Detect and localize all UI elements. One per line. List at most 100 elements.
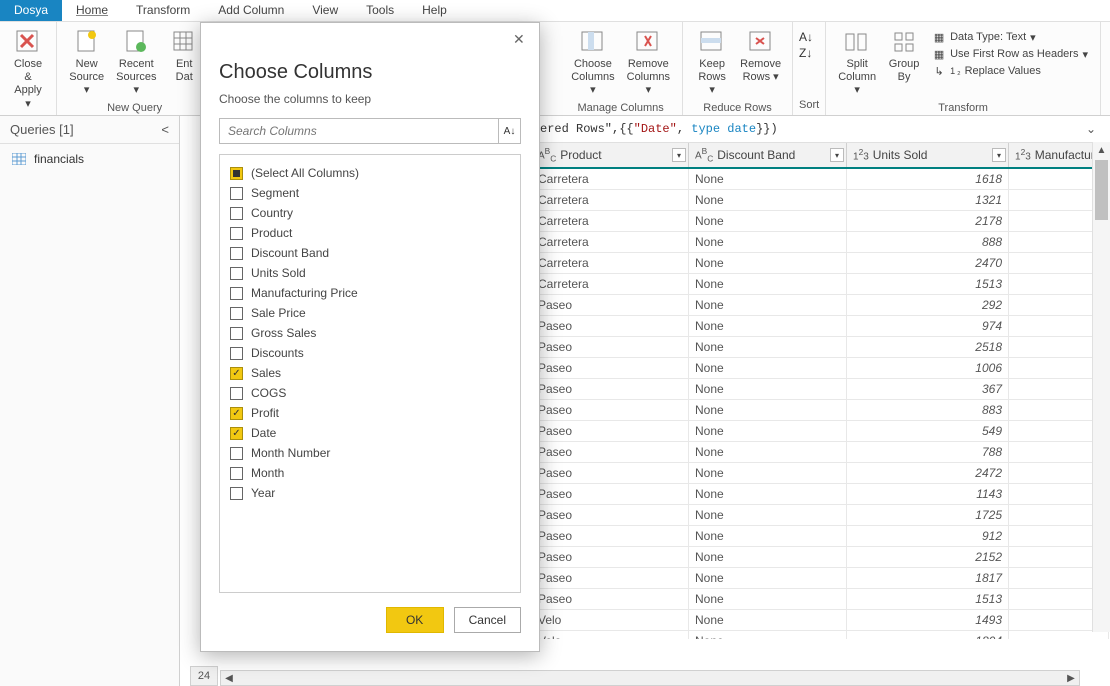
table-row[interactable]: PaseoNone2152	[532, 547, 1110, 568]
remove-rows-button[interactable]: RemoveRows ▾	[735, 26, 786, 86]
table-row[interactable]: CarreteraNone1513	[532, 274, 1110, 295]
column-option-segment[interactable]: Segment	[230, 183, 510, 203]
formula-expand-button[interactable]: ⌄	[1080, 122, 1102, 136]
table-row[interactable]: VeloNone1804	[532, 631, 1110, 639]
checkbox[interactable]	[230, 167, 243, 180]
column-dropdown-button[interactable]: ▾	[830, 148, 844, 162]
menu-view[interactable]: View	[298, 0, 352, 21]
table-row[interactable]: CarreteraNone2178	[532, 211, 1110, 232]
collapse-queries-button[interactable]: <	[161, 122, 169, 137]
replace-values-button[interactable]: ↳1₂ Replace Values	[932, 64, 1088, 78]
checkbox[interactable]	[230, 247, 243, 260]
table-row[interactable]: CarreteraNone888	[532, 232, 1110, 253]
choose-columns-icon	[579, 28, 607, 56]
remove-columns-button[interactable]: RemoveColumns ▾	[621, 26, 676, 100]
horizontal-scrollbar[interactable]: ◀ ▶	[220, 670, 1080, 686]
column-dropdown-button[interactable]: ▾	[992, 148, 1006, 162]
table-row[interactable]: PaseoNone2518	[532, 337, 1110, 358]
checkbox[interactable]	[230, 367, 243, 380]
vertical-scrollbar[interactable]: ▲	[1092, 142, 1110, 632]
table-row[interactable]: PaseoNone788	[532, 442, 1110, 463]
table-row[interactable]: PaseoNone1725	[532, 505, 1110, 526]
scroll-left-button[interactable]: ◀	[221, 673, 237, 684]
column-option-sale-price[interactable]: Sale Price	[230, 303, 510, 323]
table-row[interactable]: PaseoNone549	[532, 421, 1110, 442]
table-row[interactable]: PaseoNone1513	[532, 589, 1110, 610]
checkbox[interactable]	[230, 347, 243, 360]
split-column-button[interactable]: SplitColumn ▾	[832, 26, 882, 100]
checkbox[interactable]	[230, 307, 243, 320]
column-option-sales[interactable]: Sales	[230, 363, 510, 383]
dialog-close-button[interactable]: ✕	[513, 31, 531, 49]
data-type-dropdown[interactable]: ▦Data Type: Text ▾	[932, 30, 1088, 44]
menu-addcolumn[interactable]: Add Column	[204, 0, 298, 21]
query-item-financials[interactable]: financials	[0, 144, 179, 174]
table-row[interactable]: PaseoNone367	[532, 379, 1110, 400]
table-row[interactable]: PaseoNone1143	[532, 484, 1110, 505]
checkbox[interactable]	[230, 467, 243, 480]
checkbox[interactable]	[230, 427, 243, 440]
column-dropdown-button[interactable]: ▾	[672, 148, 686, 162]
checkbox[interactable]	[230, 387, 243, 400]
sort-desc-button[interactable]: Z↓	[799, 46, 812, 60]
checkbox[interactable]	[230, 227, 243, 240]
checkbox[interactable]	[230, 327, 243, 340]
checkbox[interactable]	[230, 207, 243, 220]
checkbox[interactable]	[230, 287, 243, 300]
column-header-discount-band[interactable]: ABCDiscount Band▾	[689, 143, 847, 167]
scroll-right-button[interactable]: ▶	[1063, 673, 1079, 684]
column-option-gross-sales[interactable]: Gross Sales	[230, 323, 510, 343]
menu-tools[interactable]: Tools	[352, 0, 408, 21]
cancel-button[interactable]: Cancel	[454, 607, 521, 633]
table-row[interactable]: PaseoNone912	[532, 526, 1110, 547]
column-option-date[interactable]: Date	[230, 423, 510, 443]
table-row[interactable]: PaseoNone2472	[532, 463, 1110, 484]
checkbox[interactable]	[230, 487, 243, 500]
menu-help[interactable]: Help	[408, 0, 461, 21]
column-option-profit[interactable]: Profit	[230, 403, 510, 423]
column-option-year[interactable]: Year	[230, 483, 510, 503]
first-row-headers-button[interactable]: ▦Use First Row as Headers ▾	[932, 47, 1088, 61]
table-row[interactable]: PaseoNone883	[532, 400, 1110, 421]
group-by-button[interactable]: GroupBy	[882, 26, 926, 86]
recent-sources-button[interactable]: RecentSources ▾	[110, 26, 162, 100]
checkbox[interactable]	[230, 267, 243, 280]
table-row[interactable]: PaseoNone1006	[532, 358, 1110, 379]
checkbox[interactable]	[230, 447, 243, 460]
table-row[interactable]: CarreteraNone1321	[532, 190, 1110, 211]
table-row[interactable]: CarreteraNone1618	[532, 169, 1110, 190]
new-source-button[interactable]: NewSource ▾	[63, 26, 110, 100]
scroll-thumb[interactable]	[1095, 160, 1108, 220]
close-apply-button[interactable]: Close &Apply ▾	[6, 26, 50, 113]
keep-rows-button[interactable]: KeepRows ▾	[689, 26, 735, 100]
table-row[interactable]: PaseoNone1817	[532, 568, 1110, 589]
table-row[interactable]: CarreteraNone2470	[532, 253, 1110, 274]
column-option-month-number[interactable]: Month Number	[230, 443, 510, 463]
column-header-product[interactable]: ABCProduct▾	[532, 143, 689, 167]
formula-bar[interactable]: ered Rows",{{"Date", type date}}) ⌄	[532, 116, 1110, 143]
scroll-up-button[interactable]: ▲	[1093, 142, 1110, 158]
table-row[interactable]: PaseoNone292	[532, 295, 1110, 316]
table-row[interactable]: PaseoNone974	[532, 316, 1110, 337]
menu-transform[interactable]: Transform	[122, 0, 204, 21]
column-option-country[interactable]: Country	[230, 203, 510, 223]
column-option-product[interactable]: Product	[230, 223, 510, 243]
sort-asc-button[interactable]: A↓	[799, 30, 813, 44]
choose-columns-button[interactable]: ChooseColumns ▾	[565, 26, 620, 100]
ok-button[interactable]: OK	[386, 607, 444, 633]
menu-home[interactable]: Home	[62, 0, 122, 21]
table-row[interactable]: VeloNone1493	[532, 610, 1110, 631]
menu-dosya[interactable]: Dosya	[0, 0, 62, 21]
sort-columns-button[interactable]: A↓	[498, 119, 520, 143]
column-header-units-sold[interactable]: 123Units Sold▾	[847, 143, 1009, 167]
search-columns-input[interactable]	[220, 119, 498, 143]
column-option-discounts[interactable]: Discounts	[230, 343, 510, 363]
column-option-month[interactable]: Month	[230, 463, 510, 483]
checkbox[interactable]	[230, 187, 243, 200]
column-option-discount-band[interactable]: Discount Band	[230, 243, 510, 263]
column-option-cogs[interactable]: COGS	[230, 383, 510, 403]
column-option-manufacturing-price[interactable]: Manufacturing Price	[230, 283, 510, 303]
column-option--select-all-columns-[interactable]: (Select All Columns)	[230, 163, 510, 183]
column-option-units-sold[interactable]: Units Sold	[230, 263, 510, 283]
checkbox[interactable]	[230, 407, 243, 420]
